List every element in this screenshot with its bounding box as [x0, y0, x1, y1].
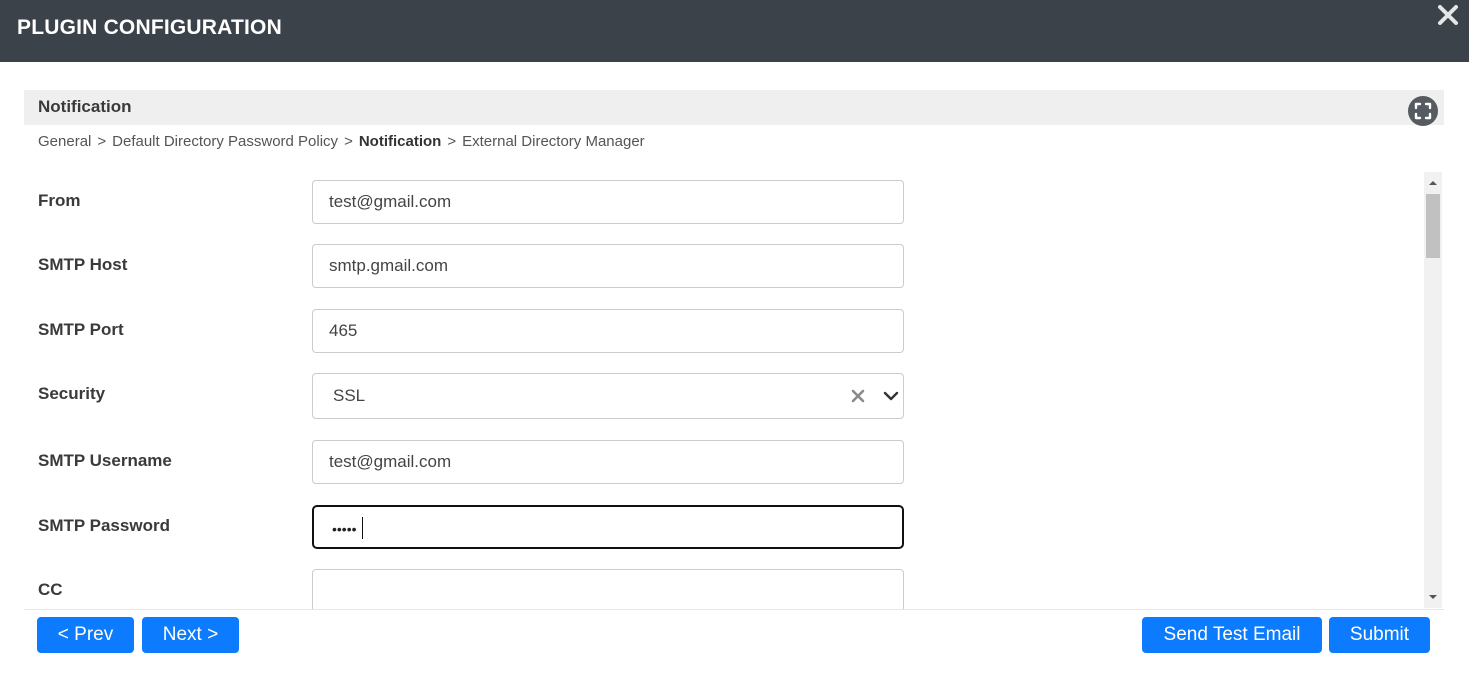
form-row-from: From [24, 180, 1414, 224]
smtp-username-input[interactable] [312, 440, 904, 484]
cc-input[interactable] [312, 569, 904, 609]
smtp-port-input[interactable] [312, 309, 904, 353]
footer-divider [24, 609, 1444, 610]
dialog-title: PLUGIN CONFIGURATION [17, 16, 282, 39]
next-button[interactable]: Next > [142, 617, 239, 653]
scrollbar-thumb[interactable] [1426, 194, 1440, 258]
smtp-host-label: SMTP Host [38, 255, 128, 274]
scroll-up-icon[interactable] [1428, 178, 1438, 188]
breadcrumb-item-external-directory-manager[interactable]: External Directory Manager [462, 133, 645, 150]
fullscreen-icon[interactable] [1408, 96, 1438, 126]
smtp-password-label: SMTP Password [38, 516, 170, 535]
prev-button[interactable]: < Prev [37, 617, 134, 653]
chevron-down-icon[interactable] [883, 388, 899, 404]
form-scroll-area: From SMTP Host SMTP Port Security SSL SM… [24, 172, 1444, 609]
close-icon[interactable] [1436, 3, 1460, 27]
section-title: Notification [38, 97, 132, 116]
dialog-titlebar: PLUGIN CONFIGURATION [0, 0, 1469, 62]
security-label: Security [38, 384, 106, 403]
security-selected-value: SSL [333, 386, 366, 405]
smtp-password-input[interactable]: ••••• [312, 505, 904, 549]
form-row-cc: CC [24, 569, 1414, 609]
breadcrumb-separator: > [447, 133, 457, 150]
form-row-smtp-username: SMTP Username [24, 440, 1414, 484]
smtp-port-label: SMTP Port [38, 320, 124, 339]
form-row-security: Security SSL [24, 373, 1414, 419]
breadcrumb-separator: > [344, 133, 353, 150]
smtp-host-input[interactable] [312, 244, 904, 288]
text-caret [362, 517, 363, 539]
form-row-smtp-password: SMTP Password ••••• [24, 505, 1414, 549]
security-select[interactable]: SSL [312, 373, 904, 419]
breadcrumb-separator: > [97, 133, 107, 150]
password-mask: ••••• [332, 521, 357, 537]
from-input[interactable] [312, 180, 904, 224]
section-header: Notification [24, 90, 1444, 126]
breadcrumb-item-notification[interactable]: Notification [359, 133, 442, 150]
vertical-scrollbar[interactable] [1424, 172, 1442, 608]
from-label: From [38, 191, 81, 210]
submit-button[interactable]: Submit [1329, 617, 1430, 653]
form-row-smtp-host: SMTP Host [24, 244, 1414, 288]
smtp-username-label: SMTP Username [38, 451, 172, 470]
scroll-down-icon[interactable] [1428, 592, 1438, 602]
cc-label: CC [38, 580, 63, 599]
breadcrumb-item-password-policy[interactable]: Default Directory Password Policy [112, 133, 338, 150]
breadcrumb: General > Default Directory Password Polic… [38, 133, 645, 150]
clear-icon[interactable] [850, 388, 866, 404]
send-test-email-button[interactable]: Send Test Email [1142, 617, 1322, 653]
breadcrumb-item-general[interactable]: General [38, 133, 91, 150]
form-row-smtp-port: SMTP Port [24, 309, 1414, 353]
